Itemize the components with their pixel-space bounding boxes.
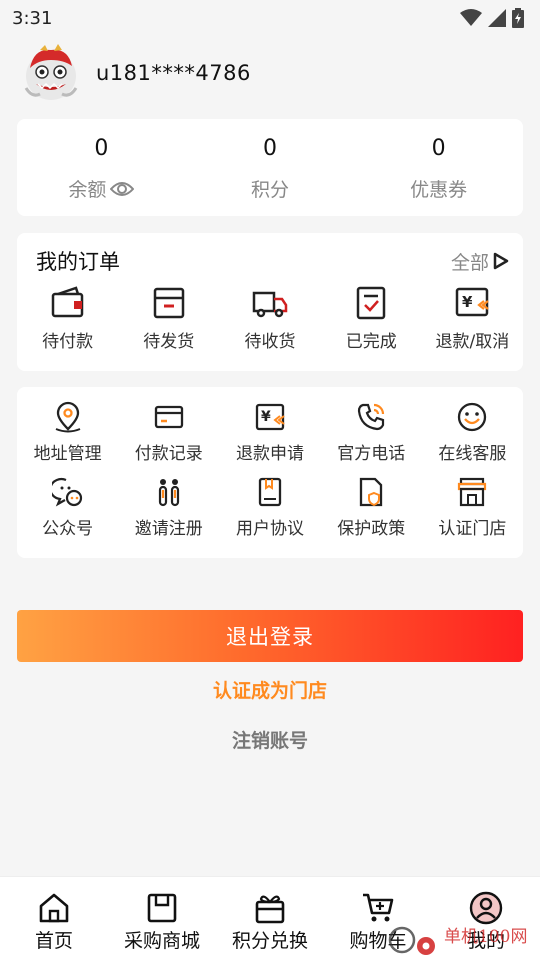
tab-purchase-mall[interactable]: 采购商城 xyxy=(108,877,216,960)
service-certified-stores-label: 认证门店 xyxy=(438,519,507,539)
status-icons xyxy=(460,8,524,28)
tab-cart-label: 购物车 xyxy=(349,930,407,952)
order-refund-cancel-label: 退款/取消 xyxy=(435,332,510,352)
wallet-icon xyxy=(51,286,83,318)
service-privacy-policy[interactable]: 保护政策 xyxy=(321,476,422,539)
order-pending-shipment[interactable]: 待发货 xyxy=(118,285,219,352)
tab-points-exchange[interactable]: 积分兑换 xyxy=(216,877,324,960)
order-pending-receipt[interactable]: 待收货 xyxy=(219,285,320,352)
coupons-value: 0 xyxy=(431,136,446,161)
balance-label: 余额 xyxy=(68,175,135,202)
tab-points-exchange-label: 积分兑换 xyxy=(231,930,308,952)
home-icon xyxy=(39,893,69,923)
points-value: 0 xyxy=(263,136,277,161)
svg-text:¥: ¥ xyxy=(261,409,271,425)
balance-label-text: 余额 xyxy=(68,179,107,201)
box-icon xyxy=(153,287,185,319)
service-official-phone[interactable]: 官方电话 xyxy=(321,401,422,464)
status-bar: 3:31 xyxy=(0,0,540,36)
order-completed-label: 已完成 xyxy=(345,332,397,352)
service-address[interactable]: 地址管理 xyxy=(17,401,118,464)
gift-icon xyxy=(255,895,285,924)
book-icon xyxy=(258,477,282,507)
cancel-account-link[interactable]: 注销账号 xyxy=(0,726,540,753)
tab-mine[interactable]: 我的 xyxy=(432,877,540,960)
store-icon xyxy=(458,477,487,507)
services-card: 地址管理 付款记录 ¥ 退款申请 官方电话 在线客服 公众号 邀请注册 用户协议… xyxy=(17,387,523,558)
all-orders-label: 全部 xyxy=(450,251,489,274)
truck-icon xyxy=(252,291,288,318)
location-icon xyxy=(55,401,80,433)
refund-icon: ¥ xyxy=(456,287,490,317)
bag-icon xyxy=(147,893,177,923)
order-status-row: 待付款 待发货 待收货 已完成 ¥ 退款/取消 xyxy=(17,285,523,352)
shield-doc-icon xyxy=(360,477,383,507)
eye-icon[interactable] xyxy=(110,180,135,198)
smile-icon xyxy=(458,402,487,432)
service-user-agreement[interactable]: 用户协议 xyxy=(219,476,320,539)
service-user-agreement-label: 用户协议 xyxy=(236,519,304,539)
service-payment-records-label: 付款记录 xyxy=(134,444,203,464)
balance-value: 0 xyxy=(94,136,109,161)
service-address-label: 地址管理 xyxy=(33,444,102,464)
avatar[interactable] xyxy=(20,42,82,104)
order-completed[interactable]: 已完成 xyxy=(321,285,422,352)
tab-mine-label: 我的 xyxy=(466,930,505,952)
order-pending-payment-label: 待付款 xyxy=(42,332,94,352)
service-online-support-label: 在线客服 xyxy=(438,444,507,464)
service-invite-label: 邀请注册 xyxy=(134,519,203,539)
coupons-label: 优惠券 xyxy=(410,179,468,201)
battery-icon xyxy=(512,8,524,28)
bottom-tab-bar: 首页 采购商城 积分兑换 购物车 我的 xyxy=(0,876,540,960)
account-stats-card: 0 余额 0 积分 0 优惠券 xyxy=(17,119,523,216)
card-icon xyxy=(154,405,183,429)
service-official-account[interactable]: 公众号 xyxy=(17,476,118,539)
points-label: 积分 xyxy=(251,179,290,201)
tab-home-label: 首页 xyxy=(34,930,73,952)
status-time: 3:31 xyxy=(12,7,53,29)
username: u181****4786 xyxy=(96,61,251,85)
phone-icon xyxy=(358,403,385,431)
coupons-stat[interactable]: 0 优惠券 xyxy=(354,119,523,216)
tab-cart[interactable]: 购物车 xyxy=(324,877,432,960)
clipboard-check-icon xyxy=(356,286,386,320)
order-pending-payment[interactable]: 待付款 xyxy=(17,285,118,352)
certify-store-link[interactable]: 认证成为门店 xyxy=(0,676,540,703)
service-official-account-label: 公众号 xyxy=(42,519,94,539)
all-orders-link[interactable]: 全部 xyxy=(451,248,509,275)
svg-text:¥: ¥ xyxy=(462,293,473,311)
order-pending-receipt-label: 待收货 xyxy=(244,332,296,352)
service-online-support[interactable]: 在线客服 xyxy=(422,401,523,464)
service-official-phone-label: 官方电话 xyxy=(337,444,406,464)
refund-request-icon: ¥ xyxy=(255,403,285,431)
wifi-icon xyxy=(460,9,482,26)
service-refund-request[interactable]: ¥ 退款申请 xyxy=(219,401,320,464)
orders-title: 我的订单 xyxy=(36,250,120,274)
service-refund-request-label: 退款申请 xyxy=(236,444,304,464)
invite-icon xyxy=(158,479,179,507)
signal-icon xyxy=(488,9,506,27)
balance-stat[interactable]: 0 余额 xyxy=(17,119,186,216)
service-payment-records[interactable]: 付款记录 xyxy=(118,401,219,464)
orders-header: 我的订单 全部 xyxy=(17,243,523,279)
service-invite[interactable]: 邀请注册 xyxy=(118,476,219,539)
service-certified-stores[interactable]: 认证门店 xyxy=(422,476,523,539)
order-pending-shipment-label: 待发货 xyxy=(143,332,195,352)
profile-header: u181****4786 xyxy=(0,36,540,110)
service-privacy-policy-label: 保护政策 xyxy=(337,519,406,539)
cart-icon xyxy=(363,893,394,922)
play-arrow-icon xyxy=(493,252,509,270)
my-orders-card: 我的订单 全部 待付款 待发货 待收货 已完成 ¥ 退款/取消 xyxy=(17,233,523,371)
tab-home[interactable]: 首页 xyxy=(0,877,108,960)
chat-icon xyxy=(51,478,82,507)
points-stat[interactable]: 0 积分 xyxy=(186,119,355,216)
tab-purchase-mall-label: 采购商城 xyxy=(123,930,200,952)
order-refund-cancel[interactable]: ¥ 退款/取消 xyxy=(422,285,523,352)
services-row-2: 公众号 邀请注册 用户协议 保护政策 认证门店 xyxy=(17,476,523,539)
logout-button[interactable]: 退出登录 xyxy=(17,610,523,662)
user-icon xyxy=(469,891,503,925)
services-row-1: 地址管理 付款记录 ¥ 退款申请 官方电话 在线客服 xyxy=(17,401,523,464)
